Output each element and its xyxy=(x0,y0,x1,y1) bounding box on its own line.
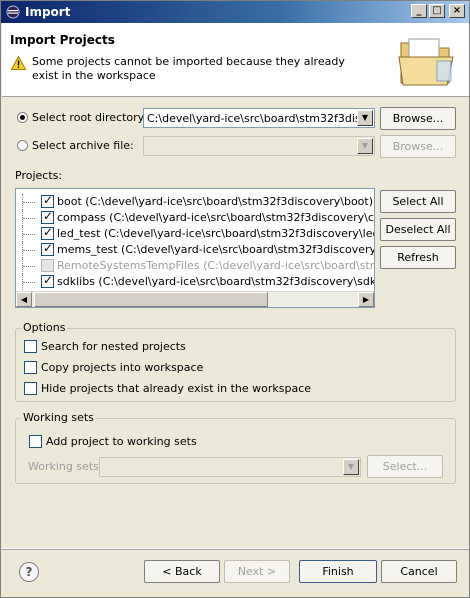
browse-archive-button[interactable]: Browse... xyxy=(380,135,456,158)
import-dialog: Import _ □ × Import Projects Some projec… xyxy=(0,0,470,598)
chevron-down-icon[interactable]: ▼ xyxy=(357,110,373,126)
minimize-button[interactable]: _ xyxy=(411,4,427,18)
add-to-working-sets-checkbox[interactable] xyxy=(29,435,42,448)
folder-icon xyxy=(398,38,454,86)
project-label: led_test (C:\devel\yard-ice\src\board\st… xyxy=(57,227,374,240)
warning-icon xyxy=(11,56,26,70)
project-label: mems_test (C:\devel\yard-ice\src\board\s… xyxy=(57,243,375,256)
project-checkbox[interactable] xyxy=(41,209,54,224)
next-button[interactable]: Next > xyxy=(224,560,290,583)
tree-connector xyxy=(22,242,36,258)
projects-label: Projects: xyxy=(15,169,63,182)
root-directory-radio[interactable] xyxy=(17,112,28,123)
window-title: Import xyxy=(25,5,71,19)
tree-connector xyxy=(22,226,36,242)
nested-projects-label: Search for nested projects xyxy=(41,340,186,353)
hide-projects-checkbox[interactable] xyxy=(24,382,37,395)
tree-connector xyxy=(22,258,36,274)
project-label: boot (C:\devel\yard-ice\src\board\stm32f… xyxy=(57,195,374,208)
scroll-thumb[interactable] xyxy=(34,292,268,307)
select-working-sets-button[interactable]: Select... xyxy=(367,455,443,478)
scroll-left-icon[interactable]: ◀ xyxy=(16,292,32,307)
list-item[interactable]: compass (C:\devel\yard-ice\src\board\stm… xyxy=(16,209,374,226)
project-label: RemoteSystemsTempFiles (C:\devel\yard-ic… xyxy=(57,259,374,272)
select-all-button[interactable]: Select All xyxy=(380,190,456,213)
root-directory-combo[interactable]: C:\devel\yard-ice\src\board\stm32f3disco… xyxy=(143,108,375,128)
chevron-down-icon[interactable]: ▼ xyxy=(357,138,373,154)
cancel-button[interactable]: Cancel xyxy=(381,560,457,583)
project-checkbox xyxy=(41,259,54,272)
close-button[interactable]: × xyxy=(449,4,465,18)
refresh-button[interactable]: Refresh xyxy=(380,246,456,269)
project-checkbox[interactable] xyxy=(41,193,54,208)
footer-divider xyxy=(1,548,469,550)
list-item[interactable]: mems_test (C:\devel\yard-ice\src\board\s… xyxy=(16,241,375,258)
browse-button[interactable]: Browse... xyxy=(380,107,456,130)
warning-message: Some projects cannot be imported because… xyxy=(32,55,345,82)
nested-projects-checkbox[interactable] xyxy=(24,340,37,353)
project-label: sdklibs (C:\devel\yard-ice\src\board\stm… xyxy=(57,275,375,288)
add-to-working-sets-label: Add project to working sets xyxy=(46,435,197,448)
archive-file-radio[interactable] xyxy=(17,140,28,151)
copy-projects-checkbox[interactable] xyxy=(24,361,37,374)
title-bar[interactable]: Import _ □ × xyxy=(1,1,469,23)
eclipse-icon xyxy=(6,5,20,19)
finish-button[interactable]: Finish xyxy=(299,560,377,583)
tree-connector xyxy=(22,210,36,226)
copy-projects-label: Copy projects into workspace xyxy=(41,361,204,374)
project-checkbox[interactable] xyxy=(41,273,54,288)
working-sets-label: Working sets: xyxy=(28,460,103,473)
scroll-right-icon[interactable]: ▶ xyxy=(358,292,374,307)
tree-connector xyxy=(22,194,36,210)
dialog-header: Import Projects Some projects cannot be … xyxy=(2,23,469,97)
list-item: RemoteSystemsTempFiles (C:\devel\yard-ic… xyxy=(16,258,374,274)
page-title: Import Projects xyxy=(10,33,115,47)
working-sets-combo[interactable]: ▼ xyxy=(99,457,361,477)
horizontal-scrollbar[interactable]: ◀ ▶ xyxy=(16,291,374,307)
working-sets-title: Working sets xyxy=(21,411,96,424)
hide-projects-label: Hide projects that already exist in the … xyxy=(41,382,312,395)
archive-file-combo[interactable]: ▼ xyxy=(143,136,375,156)
projects-list[interactable]: boot (C:\devel\yard-ice\src\board\stm32f… xyxy=(15,188,375,308)
help-icon[interactable]: ? xyxy=(19,562,39,582)
project-checkbox[interactable] xyxy=(41,225,54,240)
back-button[interactable]: < Back xyxy=(144,560,220,583)
project-checkbox[interactable] xyxy=(41,241,54,256)
options-title: Options xyxy=(21,321,68,334)
deselect-all-button[interactable]: Deselect All xyxy=(380,218,456,241)
archive-file-label: Select archive file: xyxy=(32,139,134,152)
list-item[interactable]: boot (C:\devel\yard-ice\src\board\stm32f… xyxy=(16,193,374,210)
list-item[interactable]: sdklibs (C:\devel\yard-ice\src\board\stm… xyxy=(16,273,375,290)
chevron-down-icon[interactable]: ▼ xyxy=(343,459,359,475)
root-directory-value: C:\devel\yard-ice\src\board\stm32f3disco… xyxy=(147,112,359,125)
maximize-button[interactable]: □ xyxy=(429,4,445,18)
project-label: compass (C:\devel\yard-ice\src\board\stm… xyxy=(57,211,374,224)
list-item[interactable]: led_test (C:\devel\yard-ice\src\board\st… xyxy=(16,225,374,242)
tree-connector xyxy=(22,274,36,290)
root-directory-label: Select root directory: xyxy=(32,111,148,124)
